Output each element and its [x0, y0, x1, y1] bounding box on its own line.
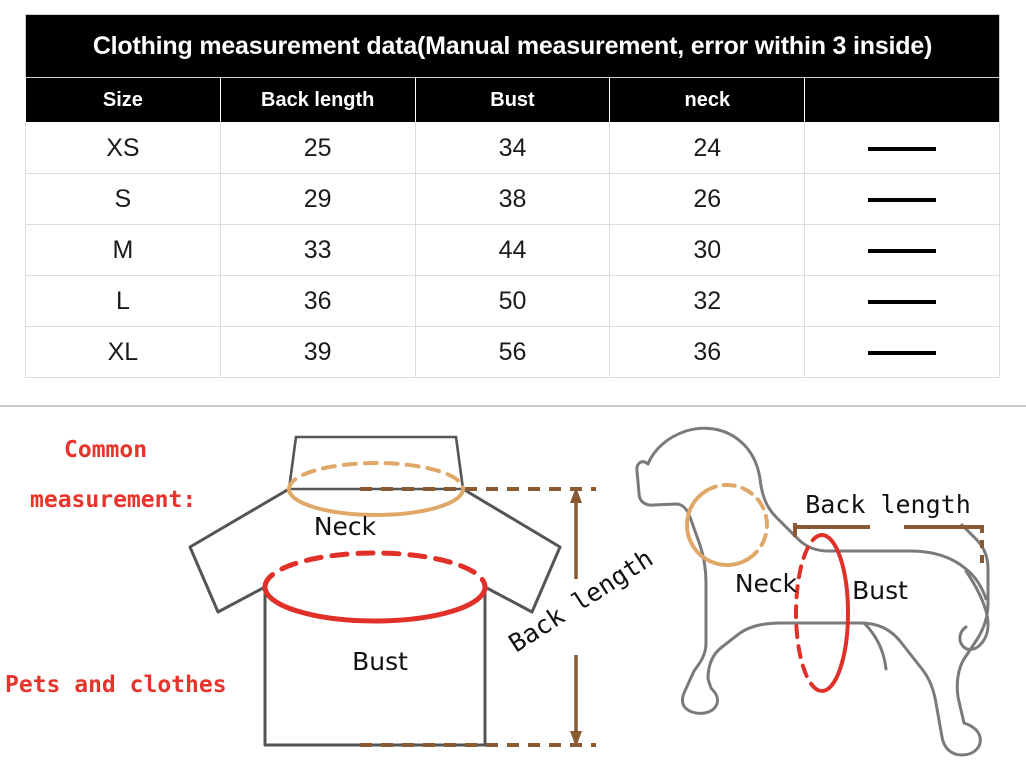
table-row: XS 25 34 24 [25, 122, 1000, 174]
dog-diagram: Back length Neck Bust [635, 426, 990, 757]
cell-extra [804, 224, 1000, 276]
dog-back-length-bracket-left [793, 523, 870, 537]
table-row: M 33 44 30 [25, 224, 1000, 276]
table-header-row: Size Back length Bust neck [25, 77, 1000, 123]
column-header-back-length: Back length [219, 77, 416, 123]
shirt-bust-label: Bust [352, 647, 408, 676]
cell-back-length: 33 [219, 224, 416, 276]
table-title: Clothing measurement data(Manual measure… [25, 14, 1000, 78]
cell-neck: 24 [609, 122, 806, 174]
cell-size: L [25, 275, 221, 327]
measurement-diagram-section: Common measurement: Pets and clothes Nec… [0, 407, 1026, 773]
table-row: S 29 38 26 [25, 173, 1000, 225]
dog-bust-label: Bust [852, 576, 908, 605]
cell-back-length: 39 [219, 326, 416, 378]
cell-extra [804, 275, 1000, 327]
measurement-diagram: Common measurement: Pets and clothes Nec… [5, 426, 990, 757]
size-chart-page: Clothing measurement data(Manual measure… [0, 0, 1026, 773]
shirt-back-length-label: Back length [503, 544, 658, 659]
measurement-table-section: Clothing measurement data(Manual measure… [0, 0, 1026, 406]
note-pets-and-clothes: Pets and clothes [5, 672, 227, 698]
dog-rear-leg-contour [862, 621, 888, 671]
shirt-diagram: Neck Bust Back length [188, 435, 658, 747]
dash-mark-icon [868, 146, 937, 151]
cell-extra [804, 122, 1000, 174]
shirt-neck-ellipse-dashed [287, 461, 465, 491]
cell-size: S [25, 173, 221, 225]
cell-size: XS [25, 122, 221, 174]
dog-back-length-label: Back length [805, 490, 971, 519]
table-row: L 36 50 32 [25, 275, 1000, 327]
note-measurement: measurement: [30, 487, 196, 513]
dog-bust-ellipse-dashed [794, 533, 824, 693]
dog-tail-outline [958, 569, 990, 651]
column-header-blank [804, 77, 1000, 123]
dog-neck-label: Neck [735, 569, 798, 598]
column-header-neck: neck [609, 77, 806, 123]
cell-neck: 30 [609, 224, 806, 276]
dash-mark-icon [868, 248, 937, 253]
cell-bust: 56 [414, 326, 611, 378]
cell-neck: 32 [609, 275, 806, 327]
shirt-bust-ellipse-dashed [262, 550, 488, 590]
cell-back-length: 29 [219, 173, 416, 225]
cell-size: XL [25, 326, 221, 378]
column-header-size: Size [25, 77, 221, 123]
cell-bust: 34 [414, 122, 611, 174]
table-title-row: Clothing measurement data(Manual measure… [25, 14, 1000, 78]
size-table: Clothing measurement data(Manual measure… [25, 14, 1000, 378]
cell-back-length: 25 [219, 122, 416, 174]
dog-neck-ellipse-solid [685, 489, 751, 567]
cell-extra [804, 173, 1000, 225]
cell-neck: 36 [609, 326, 806, 378]
dog-neck-ellipse-dashed [703, 483, 769, 561]
shirt-bust-ellipse-solid [262, 584, 488, 624]
shirt-neck-label: Neck [314, 512, 377, 541]
cell-bust: 50 [414, 275, 611, 327]
dash-mark-icon [868, 299, 937, 304]
table-row: XL 39 56 36 [25, 326, 1000, 378]
dog-bust-ellipse-solid [820, 533, 850, 693]
cell-neck: 26 [609, 173, 806, 225]
dash-mark-icon [868, 197, 937, 202]
dash-mark-icon [868, 350, 937, 355]
cell-back-length: 36 [219, 275, 416, 327]
cell-extra [804, 326, 1000, 378]
cell-bust: 44 [414, 224, 611, 276]
cell-bust: 38 [414, 173, 611, 225]
column-header-bust: Bust [414, 77, 611, 123]
cell-size: M [25, 224, 221, 276]
note-common: Common [64, 437, 147, 463]
